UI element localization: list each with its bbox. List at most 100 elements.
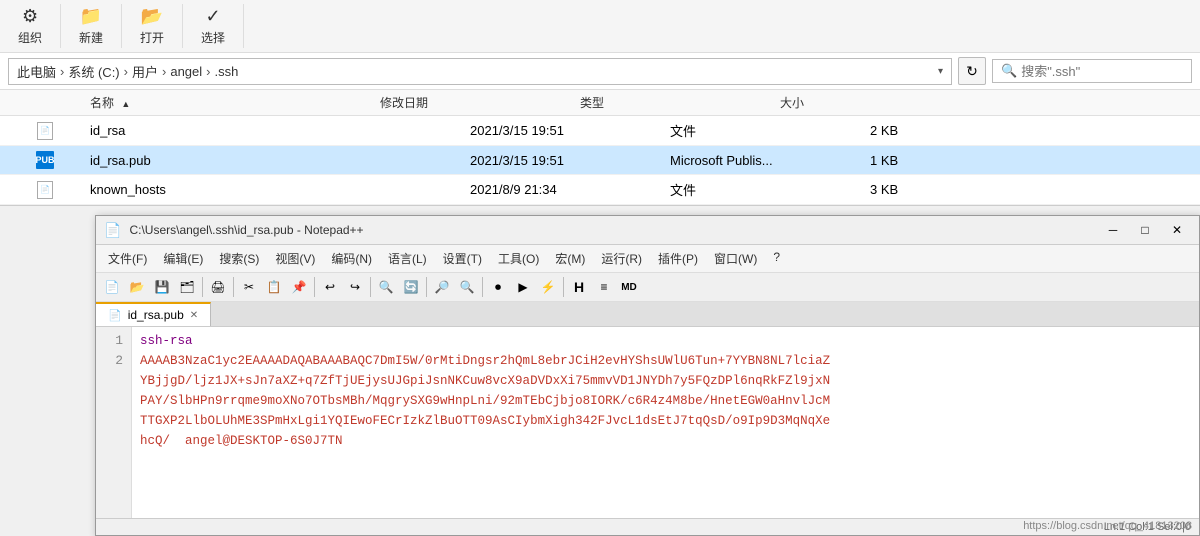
watermark: https://blog.csdn.net/qq_41813208 bbox=[1023, 520, 1192, 532]
cut-button[interactable]: ✂ bbox=[237, 275, 261, 299]
code-line: TTGXP2LlbOLUhME3SPmHxLgi1YQIEwoFECrIzkZl… bbox=[140, 411, 1191, 431]
print-button[interactable]: 🖨 bbox=[206, 275, 230, 299]
new-icon: 📁 bbox=[80, 6, 102, 27]
file-type: 文件 bbox=[670, 180, 870, 199]
file-size: 1 KB bbox=[870, 153, 990, 168]
menu-item[interactable]: 插件(P) bbox=[650, 247, 706, 270]
menu-item[interactable]: 搜索(S) bbox=[211, 247, 267, 270]
address-path[interactable]: 此电脑 › 系统 (C:) › 用户 › angel › .ssh ▾ bbox=[8, 58, 952, 85]
tab-label: id_rsa.pub bbox=[128, 308, 184, 322]
sort-arrow-icon: ▲ bbox=[121, 99, 130, 109]
file-type: 文件 bbox=[670, 121, 870, 140]
notepad-titlebar: 📄 C:\Users\angel\.ssh\id_rsa.pub - Notep… bbox=[96, 216, 1199, 245]
select-button[interactable]: ✓ 选择 bbox=[183, 4, 244, 48]
header-size[interactable]: 大小 bbox=[780, 94, 900, 111]
macro-button[interactable]: ⏺ bbox=[486, 275, 510, 299]
file-date: 2021/3/15 19:51 bbox=[470, 123, 670, 138]
code-area[interactable]: ssh-rsaAAAAB3NzaC1yc2EAAAADAQABAAABAQC7D… bbox=[132, 327, 1199, 518]
menu-item[interactable]: 工具(O) bbox=[490, 247, 547, 270]
file-icon-col: 📄 bbox=[0, 181, 90, 199]
header-name[interactable]: 名称 ▲ bbox=[0, 94, 380, 111]
redo-button[interactable]: ↪ bbox=[343, 275, 367, 299]
organize-icon: ⚙ bbox=[22, 6, 38, 27]
file-icon-col: PUB bbox=[0, 151, 90, 169]
copy-button[interactable]: 📋 bbox=[262, 275, 286, 299]
minimize-button[interactable]: ─ bbox=[1099, 220, 1127, 240]
menu-item[interactable]: 设置(T) bbox=[435, 247, 490, 270]
notepad-menubar: 文件(F)编辑(E)搜索(S)视图(V)编码(N)语言(L)设置(T)工具(O)… bbox=[96, 245, 1199, 273]
menu-item[interactable]: 窗口(W) bbox=[706, 247, 765, 270]
organize-button[interactable]: ⚙ 组织 bbox=[0, 4, 61, 48]
save-button[interactable]: 💾 bbox=[150, 275, 174, 299]
code-line: hcQ/ angel@DESKTOP-6S0J7TN bbox=[140, 431, 1191, 451]
notepad-app-icon: 📄 bbox=[104, 222, 121, 239]
toolbar-separator-2 bbox=[233, 277, 234, 297]
path-drive: 系统 (C:) bbox=[68, 62, 119, 81]
menu-item[interactable]: 编辑(E) bbox=[155, 247, 211, 270]
code-line: ssh-rsa bbox=[140, 331, 1191, 351]
replace-button[interactable]: 🔄 bbox=[399, 275, 423, 299]
markdown-btn[interactable]: MD bbox=[617, 275, 641, 299]
file-size: 2 KB bbox=[870, 123, 990, 138]
tab-icon: 📄 bbox=[108, 309, 122, 322]
line-number: 2 bbox=[104, 351, 123, 371]
new-file-button[interactable]: 📄 bbox=[100, 275, 124, 299]
select-icon: ✓ bbox=[206, 6, 221, 27]
file-size: 3 KB bbox=[870, 182, 990, 197]
menu-item[interactable]: 语言(L) bbox=[380, 247, 435, 270]
select-label: 选择 bbox=[201, 29, 225, 46]
table-row[interactable]: PUB id_rsa.pub 2021/3/15 19:51 Microsoft… bbox=[0, 146, 1200, 175]
sync-button[interactable]: ⚡ bbox=[536, 275, 560, 299]
toolbar-separator-5 bbox=[426, 277, 427, 297]
table-row[interactable]: 📄 known_hosts 2021/8/9 21:34 文件 3 KB bbox=[0, 175, 1200, 205]
tab-close-icon[interactable]: ✕ bbox=[190, 310, 198, 321]
address-bar: 此电脑 › 系统 (C:) › 用户 › angel › .ssh ▾ ↻ 🔍 bbox=[0, 53, 1200, 90]
menu-item[interactable]: 宏(M) bbox=[547, 247, 593, 270]
file-name: known_hosts bbox=[90, 182, 470, 197]
undo-button[interactable]: ↩ bbox=[318, 275, 342, 299]
menu-item[interactable]: 视图(V) bbox=[267, 247, 323, 270]
path-users: 用户 bbox=[132, 62, 158, 81]
code-line: AAAAB3NzaC1yc2EAAAADAQABAAABAQC7DmI5W/0r… bbox=[140, 351, 1191, 371]
zoom-out-button[interactable]: 🔍 bbox=[455, 275, 479, 299]
run-macro-button[interactable]: ▶ bbox=[511, 275, 535, 299]
header-date[interactable]: 修改日期 bbox=[380, 94, 580, 111]
path-folder: .ssh bbox=[215, 64, 239, 79]
new-button[interactable]: 📁 新建 bbox=[61, 4, 122, 48]
new-label: 新建 bbox=[79, 29, 103, 46]
maximize-button[interactable]: □ bbox=[1131, 220, 1159, 240]
open-icon: 📂 bbox=[141, 6, 163, 27]
menu-item[interactable]: ? bbox=[765, 247, 788, 270]
extra-btn[interactable]: ≡ bbox=[592, 275, 616, 299]
menu-item[interactable]: 文件(F) bbox=[100, 247, 155, 270]
table-row[interactable]: 📄 id_rsa 2021/3/15 19:51 文件 2 KB bbox=[0, 116, 1200, 146]
file-date: 2021/8/9 21:34 bbox=[470, 182, 670, 197]
pub-icon: PUB bbox=[36, 151, 54, 169]
menu-item[interactable]: 编码(N) bbox=[323, 247, 380, 270]
search-input[interactable] bbox=[1021, 64, 1181, 79]
refresh-button[interactable]: ↻ bbox=[958, 57, 986, 85]
code-line: YBjjgD/ljz1JX+sJn7aXZ+q7ZfTjUEjysUJGpiJs… bbox=[140, 371, 1191, 391]
toolbar-separator-6 bbox=[482, 277, 483, 297]
find-button[interactable]: 🔍 bbox=[374, 275, 398, 299]
search-box: 🔍 bbox=[992, 59, 1192, 83]
open-button[interactable]: 📂 打开 bbox=[122, 4, 183, 48]
toolbar-separator-1 bbox=[202, 277, 203, 297]
tab-id-rsa-pub[interactable]: 📄 id_rsa.pub ✕ bbox=[96, 302, 211, 326]
paste-button[interactable]: 📌 bbox=[287, 275, 311, 299]
settings-btn[interactable]: H bbox=[567, 275, 591, 299]
header-type[interactable]: 类型 bbox=[580, 94, 780, 111]
line-numbers: 12 bbox=[96, 327, 132, 518]
notepad-title: C:\Users\angel\.ssh\id_rsa.pub - Notepad… bbox=[129, 223, 1091, 237]
toolbar-separator-3 bbox=[314, 277, 315, 297]
close-button[interactable]: ✕ bbox=[1163, 220, 1191, 240]
zoom-in-button[interactable]: 🔎 bbox=[430, 275, 454, 299]
file-icon: 📄 bbox=[37, 181, 53, 199]
save-all-button[interactable]: 🗂 bbox=[175, 275, 199, 299]
toolbar-separator-4 bbox=[370, 277, 371, 297]
toolbar-separator-7 bbox=[563, 277, 564, 297]
explorer-toolbar: ⚙ 组织 📁 新建 📂 打开 ✓ 选择 bbox=[0, 0, 1200, 53]
file-name: id_rsa.pub bbox=[90, 153, 470, 168]
menu-item[interactable]: 运行(R) bbox=[593, 247, 650, 270]
open-file-button[interactable]: 📂 bbox=[125, 275, 149, 299]
